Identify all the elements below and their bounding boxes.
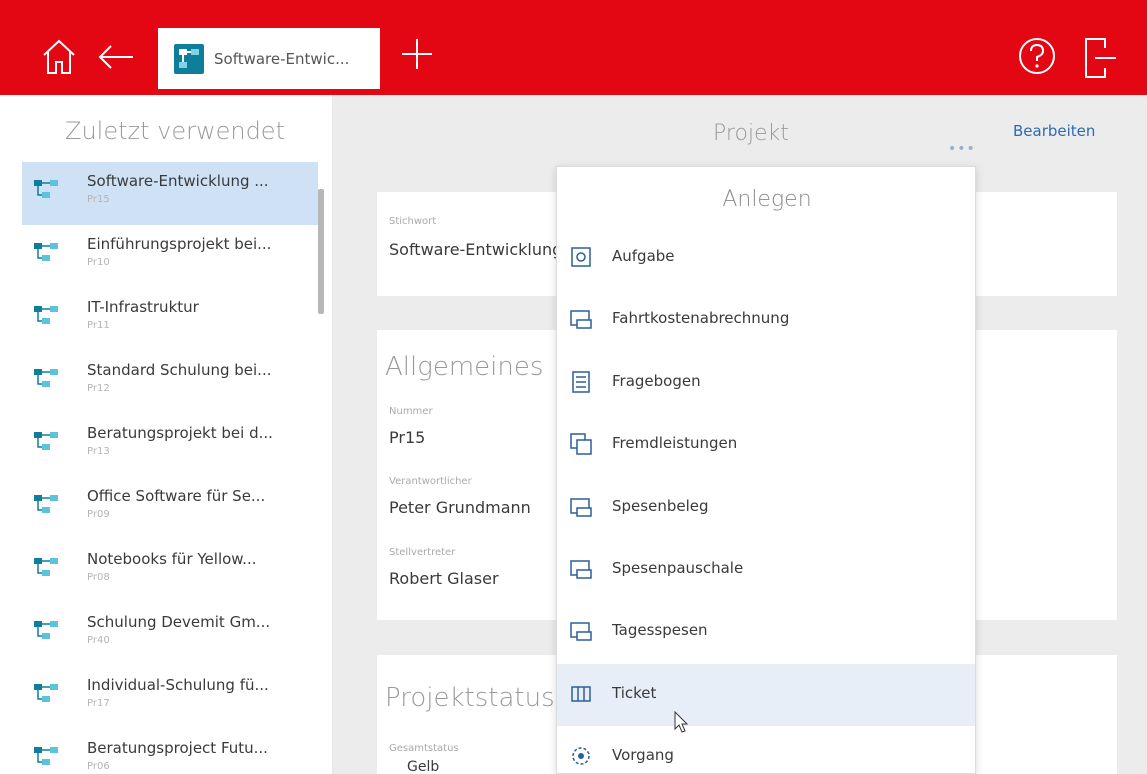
list-item[interactable]: Schulung Devemit Gm... Pr40 <box>22 603 318 666</box>
manager-value: Peter Grundmann <box>389 498 531 517</box>
expense-receipt-icon <box>570 497 592 517</box>
list-item-number: Pr06 <box>87 761 110 772</box>
menu-item-label: Aufgabe <box>612 247 675 265</box>
tab-label: Software-Entwic... <box>214 49 350 68</box>
travel-expense-icon <box>570 310 592 330</box>
list-item[interactable]: Einführungsprojekt bei... Pr10 <box>22 225 318 288</box>
project-icon <box>34 747 58 765</box>
name-value: Software-Entwicklung <box>389 240 563 259</box>
menu-item-label: Spesenpauschale <box>612 558 744 577</box>
project-icon <box>34 243 58 261</box>
daily-allowance-icon <box>570 622 592 642</box>
create-menu-list: Aufgabe Fahrtkostenabrechnung Fragebogen Fr… <box>557 227 975 773</box>
menu-item-fragebogen[interactable]: Fragebogen <box>557 352 975 414</box>
list-item[interactable]: Beratungsproject Futu... Pr06 <box>22 729 318 774</box>
menu-item-vorgang[interactable]: Vorgang <box>557 726 975 773</box>
top-bar: Software-Entwic... <box>0 0 1147 95</box>
recent-sidebar: Zuletzt verwendet Software-Entwicklung .… <box>0 95 333 774</box>
task-icon <box>571 247 591 267</box>
more-options-button[interactable]: ••• <box>948 141 976 157</box>
list-item[interactable]: IT-Infrastruktur Pr11 <box>22 288 318 351</box>
list-item-number: Pr13 <box>87 446 110 457</box>
create-menu-title: Anlegen <box>722 187 812 212</box>
list-item-number: Pr17 <box>87 698 110 709</box>
project-icon <box>34 495 58 513</box>
expense-flat-rate-icon <box>570 560 592 579</box>
process-icon <box>572 747 590 765</box>
manager-label: Verantwortlicher <box>389 476 472 487</box>
menu-item-aufgabe[interactable]: Aufgabe <box>557 227 975 289</box>
recent-list: Software-Entwicklung ... Pr15 Einführungsp… <box>22 162 318 774</box>
list-item-title: Standard Schulung bei... <box>87 361 272 379</box>
list-item-number: Pr15 <box>87 194 110 205</box>
add-tab-icon[interactable] <box>400 34 434 74</box>
menu-item-fremdleistungen[interactable]: Fremdleistungen <box>557 414 975 476</box>
project-icon <box>34 684 58 702</box>
status-heading: Projektstatus <box>385 683 555 713</box>
back-arrow-icon[interactable] <box>96 37 136 77</box>
page-title: Projekt <box>713 121 789 146</box>
menu-item-fahrtkostenabrechnung[interactable]: Fahrtkostenabrechnung <box>557 289 975 351</box>
sidebar-scrollbar[interactable] <box>318 189 324 314</box>
create-menu: Anlegen Aufgabe Fahrtkostenabrechnung Frag… <box>556 166 976 774</box>
project-icon <box>34 180 58 198</box>
status-value: Gelb <box>407 759 440 774</box>
list-item-title: Software-Entwicklung ... <box>87 172 269 190</box>
list-item-title: Einführungsprojekt bei... <box>87 235 272 253</box>
status-label: Gesamtstatus <box>389 743 459 754</box>
deputy-label: Stellvertreter <box>389 547 456 558</box>
name-label: Stichwort <box>389 216 437 227</box>
list-item-number: Pr09 <box>87 509 110 520</box>
list-item-number: Pr10 <box>87 257 110 268</box>
list-item-title: Beratungsprojekt bei d... <box>87 424 273 442</box>
number-label: Nummer <box>389 406 433 417</box>
list-item-number: Pr40 <box>87 635 110 646</box>
list-item[interactable]: Notebooks für Yellow... Pr08 <box>22 540 318 603</box>
project-icon <box>34 306 58 324</box>
general-heading: Allgemeines <box>385 352 544 382</box>
list-item-title: Beratungsproject Futu... <box>87 739 268 757</box>
project-icon <box>34 369 58 387</box>
number-value: Pr15 <box>389 428 426 447</box>
list-item[interactable]: Software-Entwicklung ... Pr15 <box>22 162 318 225</box>
menu-item-label: Ticket <box>612 683 657 702</box>
tab-software-entwicklung[interactable]: Software-Entwic... <box>158 28 380 89</box>
menu-item-label: Vorgang <box>612 746 674 765</box>
external-services-icon <box>570 433 592 455</box>
mouse-cursor-icon <box>674 710 690 735</box>
logout-icon[interactable] <box>1083 36 1117 80</box>
menu-item-label: Fremdleistungen <box>612 434 738 453</box>
menu-item-label: Tagesspesen <box>612 621 708 640</box>
sidebar-title: Zuletzt verwendet <box>65 117 285 145</box>
list-item[interactable]: Beratungsprojekt bei d... Pr13 <box>22 414 318 477</box>
questionnaire-icon <box>572 371 590 393</box>
list-item-title: Individual-Schulung fü... <box>87 676 269 694</box>
list-item-number: Pr12 <box>87 383 110 394</box>
menu-item-spesenpauschale[interactable]: Spesenpauschale <box>557 539 975 601</box>
list-item-number: Pr11 <box>87 320 110 331</box>
project-icon <box>174 43 204 74</box>
list-item-title: IT-Infrastruktur <box>87 298 199 316</box>
menu-item-label: Fragebogen <box>612 371 701 390</box>
deputy-value: Robert Glaser <box>389 569 499 588</box>
list-item-title: Notebooks für Yellow... <box>87 550 257 568</box>
menu-item-ticket[interactable]: Ticket <box>557 663 975 727</box>
help-icon[interactable] <box>1017 36 1057 76</box>
project-icon <box>34 432 58 450</box>
menu-item-label: Fahrtkostenabrechnung <box>612 309 790 328</box>
list-item-title: Office Software für Se... <box>87 487 266 505</box>
project-icon <box>34 558 58 576</box>
menu-item-spesenbeleg[interactable]: Spesenbeleg <box>557 477 975 539</box>
list-item-number: Pr08 <box>87 572 110 583</box>
edit-button[interactable]: Bearbeiten <box>1013 122 1095 140</box>
menu-item-label: Spesenbeleg <box>612 496 709 515</box>
list-item[interactable]: Standard Schulung bei... Pr12 <box>22 351 318 414</box>
project-icon <box>34 621 58 639</box>
home-icon[interactable] <box>40 35 78 79</box>
ticket-icon <box>571 685 591 702</box>
menu-item-tagesspesen[interactable]: Tagesspesen <box>557 601 975 663</box>
list-item-title: Schulung Devemit Gm... <box>87 613 271 631</box>
list-item[interactable]: Individual-Schulung fü... Pr17 <box>22 666 318 729</box>
list-item[interactable]: Office Software für Se... Pr09 <box>22 477 318 540</box>
